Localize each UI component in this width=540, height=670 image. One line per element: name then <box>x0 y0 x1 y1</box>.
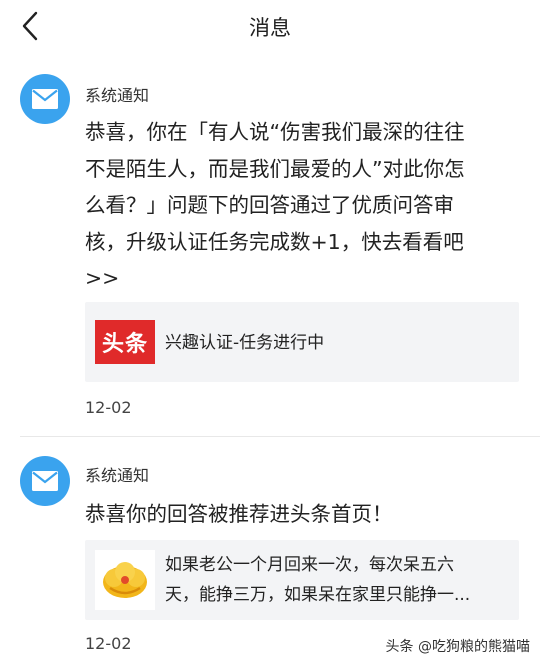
mail-icon <box>32 89 58 109</box>
card-excerpt: 如果老公一个月回来一次，每次呆五六 天，能挣三万，如果呆在家里只能挣一... <box>165 550 510 610</box>
mail-icon <box>32 471 58 491</box>
page-title: 消息 <box>249 16 291 40</box>
link-card[interactable]: 如果老公一个月回来一次，每次呆五六 天，能挣三万，如果呆在家里只能挣一... <box>85 540 519 620</box>
message-text-line: 不是陌生人，而是我们最爱的人”对此你怎 <box>85 156 465 181</box>
card-thumbnail: 头条 <box>95 312 155 372</box>
card-thumbnail <box>95 550 155 610</box>
avatar <box>20 74 70 124</box>
messages-page: 消息 系统通知 恭喜，你在「有人说“伤害我们最深的往往 不是陌生人，而是我们最爱… <box>0 0 540 670</box>
link-card[interactable]: 头条 兴趣认证-任务进行中 <box>85 302 519 382</box>
toutiao-logo: 头条 <box>95 320 155 364</box>
sender-name: 系统通知 <box>85 466 150 485</box>
message-text-line: 恭喜，你在「有人说“伤害我们最深的往往 <box>85 120 465 144</box>
card-title: 兴趣认证-任务进行中 <box>165 333 325 353</box>
message-text: 恭喜，你在「有人说“伤害我们最深的往往 不是陌生人，而是我们最爱的人”对此你怎 … <box>85 114 510 297</box>
watermark: 头条 @吃狗粮的熊猫喵 <box>385 639 530 655</box>
card-excerpt-line: 如果老公一个月回来一次，每次呆五六 <box>165 555 454 575</box>
message-text-line: >> <box>85 266 120 290</box>
message-text-line: 恭喜你的回答被推荐进头条首页！ <box>85 502 393 526</box>
card-excerpt-line: 天，能挣三万，如果呆在家里只能挣一... <box>165 585 471 605</box>
message-text-line: 核，升级认证任务完成数+1，快去看看吧 <box>85 229 464 254</box>
sender-name: 系统通知 <box>85 86 150 105</box>
top-bar: 消息 <box>0 0 540 52</box>
message-item: 系统通知 恭喜你的回答被推荐进头条首页！ 如果老公一个月回来一次，每次呆五六 天… <box>0 456 540 656</box>
message-item: 系统通知 恭喜，你在「有人说“伤害我们最深的往往 不是陌生人，而是我们最爱的人”… <box>0 74 540 434</box>
divider <box>20 436 540 437</box>
message-date: 12-02 <box>85 398 132 417</box>
cloud-emblem-icon <box>103 562 147 598</box>
message-date: 12-02 <box>85 634 132 653</box>
message-text: 恭喜你的回答被推荐进头条首页！ <box>85 496 510 533</box>
avatar <box>20 456 70 506</box>
message-text-line: 么看？」问题下的回答通过了优质问答审 <box>85 193 454 217</box>
